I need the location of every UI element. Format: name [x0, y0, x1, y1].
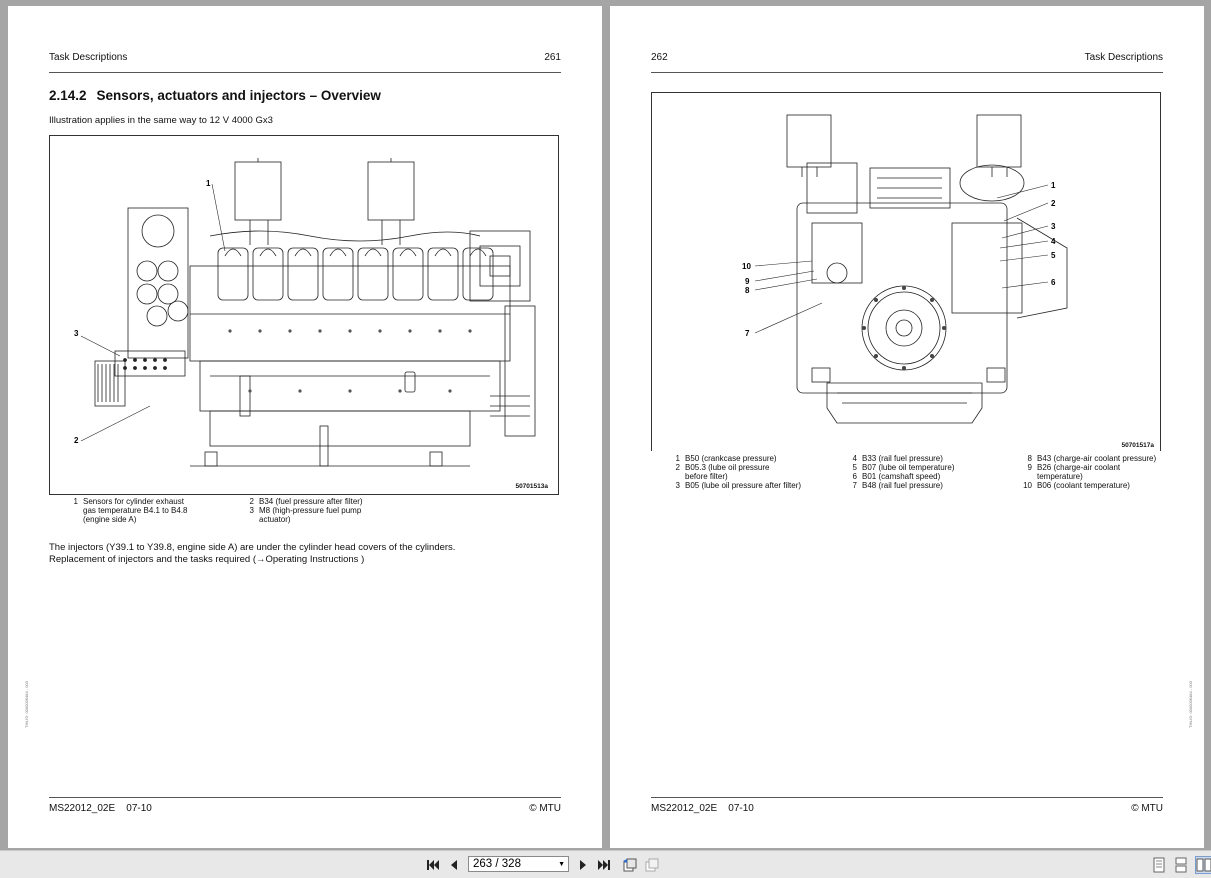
document-page-right: 262 Task Descriptions 1 2 3 4 5 6 10 9 8… [610, 6, 1204, 848]
figure-id: 50701513a [515, 483, 548, 490]
page-number-input[interactable]: 263 / 328 ▼ [468, 856, 569, 872]
engine-side-view-figure: 1 3 2 50701513a [49, 135, 559, 495]
callout-7: 7 [745, 329, 750, 338]
figure-legend-col1: 1 B50 (crankcase pressure) 2 B05.3 (lube o… [675, 454, 802, 490]
footer-doc-id: MS22012_02E 07-10 [49, 803, 152, 814]
go-back-icon[interactable] [621, 857, 637, 873]
engine-front-view-figure: 1 2 3 4 5 6 10 9 8 7 50701517a [651, 92, 1161, 451]
body-paragraph: The injectors (Y39.1 to Y39.8, engine si… [49, 542, 509, 565]
callout-6: 6 [1051, 278, 1056, 287]
engine-side-drawing: 1 3 2 [74, 158, 536, 467]
legend-item: B43 (charge-air coolant pressure) [1037, 454, 1157, 463]
engine-front-drawing: 1 2 3 4 5 6 10 9 8 7 [742, 114, 1068, 424]
header-rule [651, 72, 1163, 73]
legend-item: B06 (coolant temperature) [1037, 481, 1130, 490]
callout-1: 1 [206, 179, 211, 188]
legend-item: M8 (high-pressure fuel pump actuator) [259, 506, 362, 524]
callout-3: 3 [1051, 222, 1056, 231]
footer-rule [49, 797, 561, 798]
figure-legend-col2: 4 B33 (rail fuel pressure) 5 B07 (lube oil… [852, 454, 955, 490]
next-page-icon[interactable] [575, 857, 591, 873]
intro-text: Illustration applies in the same way to … [49, 115, 273, 126]
callout-5: 5 [1051, 251, 1056, 260]
callout-2: 2 [1051, 199, 1056, 208]
callout-8: 8 [745, 286, 750, 295]
section-number: 2.14.2 [49, 88, 87, 103]
page-number: 262 [651, 52, 668, 63]
legend-item: B05 (lube oil pressure after filter) [685, 481, 802, 490]
legend-item: B07 (lube oil temperature) [862, 463, 955, 472]
callout-1: 1 [1051, 181, 1056, 190]
callout-3: 3 [74, 329, 79, 338]
last-page-icon[interactable] [596, 857, 612, 873]
footer-doc-id: MS22012_02E 07-10 [651, 803, 754, 814]
legend-item: B34 (fuel pressure after filter) [259, 497, 363, 506]
viewer-toolbar: 263 / 328 ▼ [0, 850, 1211, 878]
legend-item: B05.3 (lube oil pressure before filter) [685, 463, 770, 481]
page-indicator: 263 / 328 [473, 858, 521, 870]
go-forward-icon[interactable] [643, 857, 659, 873]
document-page-left: Task Descriptions 261 2.14.2 Sensors, act… [8, 6, 602, 848]
figure-legend-col2: 2 B34 (fuel pressure after filter) 3 M8 (h… [249, 497, 363, 524]
callout-9: 9 [745, 277, 750, 286]
running-header-left: Task Descriptions [49, 52, 128, 63]
continuous-view-icon[interactable] [1173, 857, 1189, 873]
figure-legend-col3: 8 B43 (charge-air coolant pressure) 9 B26 … [1023, 454, 1157, 490]
first-page-icon[interactable] [425, 857, 441, 873]
footer-rule [651, 797, 1163, 798]
figure-id: 50701517a [1121, 442, 1154, 449]
chevron-down-icon[interactable]: ▼ [558, 857, 565, 872]
legend-item: B33 (rail fuel pressure) [862, 454, 943, 463]
side-document-code: TIM-ID: 0000006484 - 003 [1188, 681, 1193, 728]
figure-legend-col1: 1 Sensors for cylinder exhaust gas temper… [73, 497, 188, 524]
legend-item: B48 (rail fuel pressure) [862, 481, 943, 490]
running-header-right: Task Descriptions [1084, 52, 1163, 63]
legend-item: B26 (charge-air coolant temperature) [1037, 463, 1121, 481]
legend-item: B01 (camshaft speed) [862, 472, 941, 481]
legend-item: Sensors for cylinder exhaust gas tempera… [83, 497, 188, 524]
callout-10: 10 [742, 262, 751, 271]
footer-copyright: © MTU [1131, 803, 1163, 814]
legend-item: B50 (crankcase pressure) [685, 454, 777, 463]
header-rule [49, 72, 561, 73]
section-heading: 2.14.2 Sensors, actuators and injectors –… [49, 88, 381, 103]
footer-copyright: © MTU [529, 803, 561, 814]
callout-2: 2 [74, 436, 79, 445]
section-title: Sensors, actuators and injectors – Overv… [96, 88, 381, 103]
two-page-view-icon[interactable] [1195, 856, 1211, 874]
body-line: The injectors (Y39.1 to Y39.8, engine si… [49, 542, 456, 553]
previous-page-icon[interactable] [446, 857, 462, 873]
single-page-view-icon[interactable] [1151, 857, 1167, 873]
side-document-code: TIM-ID: 0000006484 - 003 [24, 681, 29, 728]
callout-4: 4 [1051, 237, 1056, 246]
body-line: Replacement of injectors and the tasks r… [49, 553, 365, 565]
page-number: 261 [544, 52, 561, 63]
